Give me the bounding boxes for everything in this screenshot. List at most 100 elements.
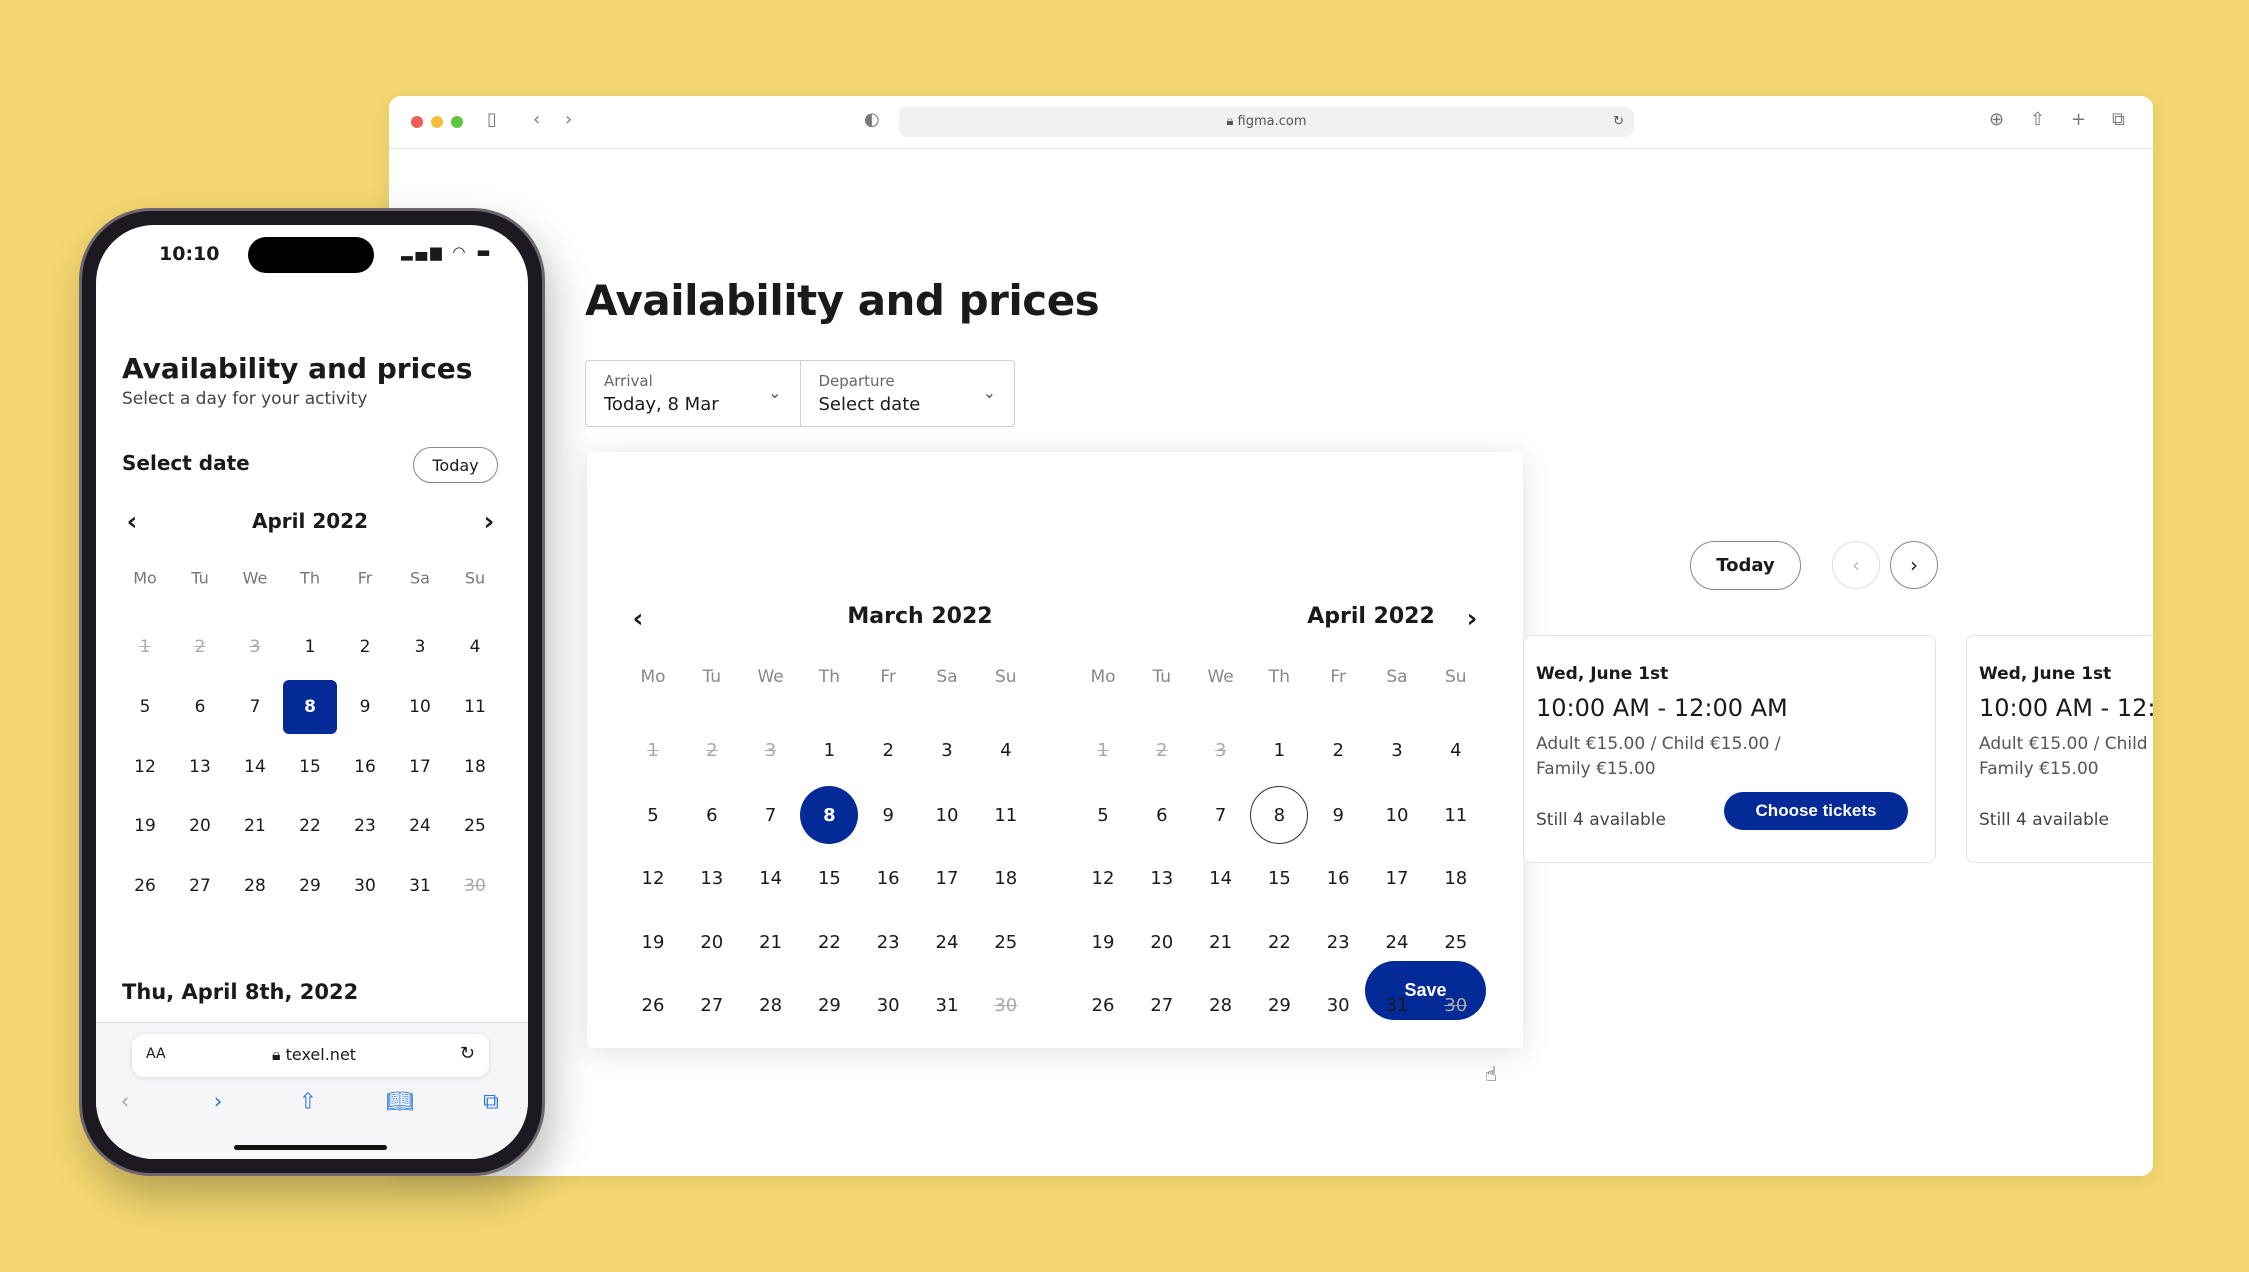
phone-calendar-day[interactable]: 28 [228,859,282,913]
tabs-icon[interactable]: ⧉ [483,1090,499,1115]
departure-select[interactable]: Departure Select date ⌄ [799,361,1015,426]
calendar-day[interactable]: 15 [800,849,858,907]
calendar-day[interactable]: 20 [1133,913,1191,971]
sidebar-icon[interactable]: ▯ [487,109,497,130]
calendar-day[interactable]: 6 [683,786,741,844]
phone-calendar-day[interactable]: 20 [173,799,227,853]
calendar-day[interactable]: 25 [977,913,1035,971]
calendar-day[interactable]: 20 [683,913,741,971]
calendar-day[interactable]: 22 [1250,913,1308,971]
address-bar[interactable]: 🔒︎ figma.com ↻ [899,107,1634,137]
reader-aa-button[interactable]: AA [146,1046,166,1062]
calendar-day[interactable]: 28 [1192,976,1250,1034]
phone-calendar-day[interactable]: 6 [173,680,227,734]
calendar-day[interactable]: 4 [1427,721,1485,779]
calendar-day[interactable]: 9 [1309,786,1367,844]
phone-calendar-day[interactable]: 11 [448,680,502,734]
calendar-day[interactable]: 7 [742,786,800,844]
back-icon[interactable]: ‹ [121,1090,130,1115]
calendar-day[interactable]: 16 [1309,849,1367,907]
new-tab-icon[interactable]: + [2071,109,2086,130]
phone-calendar-day[interactable]: 18 [448,740,502,794]
phone-calendar-day[interactable]: 23 [338,799,392,853]
calendar-day[interactable]: 23 [859,913,917,971]
calendar-day[interactable]: 14 [1192,849,1250,907]
calendar-day[interactable]: 1 [1250,721,1308,779]
calendar-day[interactable]: 24 [1368,913,1426,971]
forward-icon[interactable]: › [565,109,572,130]
calendar-day[interactable]: 31 [1368,976,1426,1034]
phone-calendar-day[interactable]: 13 [173,740,227,794]
calendar-day[interactable]: 28 [742,976,800,1034]
next-slot-button[interactable]: › [1890,541,1938,589]
phone-address-bar[interactable]: AA 🔒︎ texel.net ↻ [132,1034,489,1077]
calendar-day[interactable]: 2 [859,721,917,779]
phone-calendar-day[interactable]: 12 [118,740,172,794]
phone-calendar-day[interactable]: 27 [173,859,227,913]
phone-prev-month-button[interactable]: ‹ [127,507,138,537]
minimize-window-button[interactable] [431,116,443,128]
phone-calendar-day[interactable]: 14 [228,740,282,794]
phone-next-month-button[interactable]: › [484,507,495,537]
phone-calendar-day[interactable]: 31 [393,859,447,913]
phone-calendar-day[interactable]: 7 [228,680,282,734]
calendar-day[interactable]: 18 [977,849,1035,907]
calendar-day[interactable]: 18 [1427,849,1485,907]
phone-calendar-day[interactable]: 2 [338,620,392,674]
bookmarks-icon[interactable]: 📖︎ [386,1090,414,1115]
phone-calendar-day[interactable]: 15 [283,740,337,794]
phone-calendar-day[interactable]: 24 [393,799,447,853]
phone-calendar-day[interactable]: 25 [448,799,502,853]
calendar-day[interactable]: 11 [977,786,1035,844]
calendar-day[interactable]: 13 [1133,849,1191,907]
calendar-day[interactable]: 14 [742,849,800,907]
calendar-day[interactable]: 25 [1427,913,1485,971]
calendar-day[interactable]: 16 [859,849,917,907]
calendar-day[interactable]: 10 [1368,786,1426,844]
calendar-day[interactable]: 26 [624,976,682,1034]
calendar-day[interactable]: 5 [1074,786,1132,844]
calendar-day[interactable]: 8 [1250,786,1309,844]
reload-icon[interactable]: ↻ [1613,107,1624,137]
phone-calendar-day[interactable]: 17 [393,740,447,794]
choose-tickets-button[interactable]: Choose tickets [1724,792,1908,830]
today-button[interactable]: Today [1690,541,1801,590]
calendar-day[interactable]: 12 [1074,849,1132,907]
calendar-day[interactable]: 23 [1309,913,1367,971]
calendar-day[interactable]: 4 [977,721,1035,779]
calendar-day[interactable]: 5 [624,786,682,844]
calendar-day[interactable]: 17 [1368,849,1426,907]
phone-calendar-day[interactable]: 4 [448,620,502,674]
phone-calendar-day[interactable]: 8 [283,680,337,734]
calendar-day[interactable]: 21 [1192,913,1250,971]
phone-calendar-day[interactable]: 30 [338,859,392,913]
calendar-day[interactable]: 9 [859,786,917,844]
phone-calendar-day[interactable]: 19 [118,799,172,853]
prev-month-button[interactable]: ‹ [633,604,644,634]
calendar-day[interactable]: 24 [918,913,976,971]
phone-calendar-day[interactable]: 1 [283,620,337,674]
calendar-day[interactable]: 2 [1309,721,1367,779]
phone-calendar-day[interactable]: 22 [283,799,337,853]
back-icon[interactable]: ‹ [533,109,540,130]
next-month-button[interactable]: › [1467,604,1478,634]
calendar-day[interactable]: 26 [1074,976,1132,1034]
calendar-day[interactable]: 27 [683,976,741,1034]
download-icon[interactable]: ⊕ [1989,109,2004,130]
calendar-day[interactable]: 31 [918,976,976,1034]
calendar-day[interactable]: 15 [1250,849,1308,907]
phone-calendar-day[interactable]: 10 [393,680,447,734]
calendar-day[interactable]: 27 [1133,976,1191,1034]
arrival-select[interactable]: Arrival Today, 8 Mar ⌄ [586,361,800,426]
phone-calendar-day[interactable]: 9 [338,680,392,734]
calendar-day[interactable]: 1 [800,721,858,779]
close-window-button[interactable] [411,116,423,128]
calendar-day[interactable]: 3 [918,721,976,779]
phone-calendar-day[interactable]: 29 [283,859,337,913]
calendar-day[interactable]: 12 [624,849,682,907]
phone-calendar-day[interactable]: 21 [228,799,282,853]
reload-icon[interactable]: ↻ [460,1043,475,1064]
calendar-day[interactable]: 30 [859,976,917,1034]
phone-today-button[interactable]: Today [413,447,498,483]
phone-calendar-day[interactable]: 26 [118,859,172,913]
